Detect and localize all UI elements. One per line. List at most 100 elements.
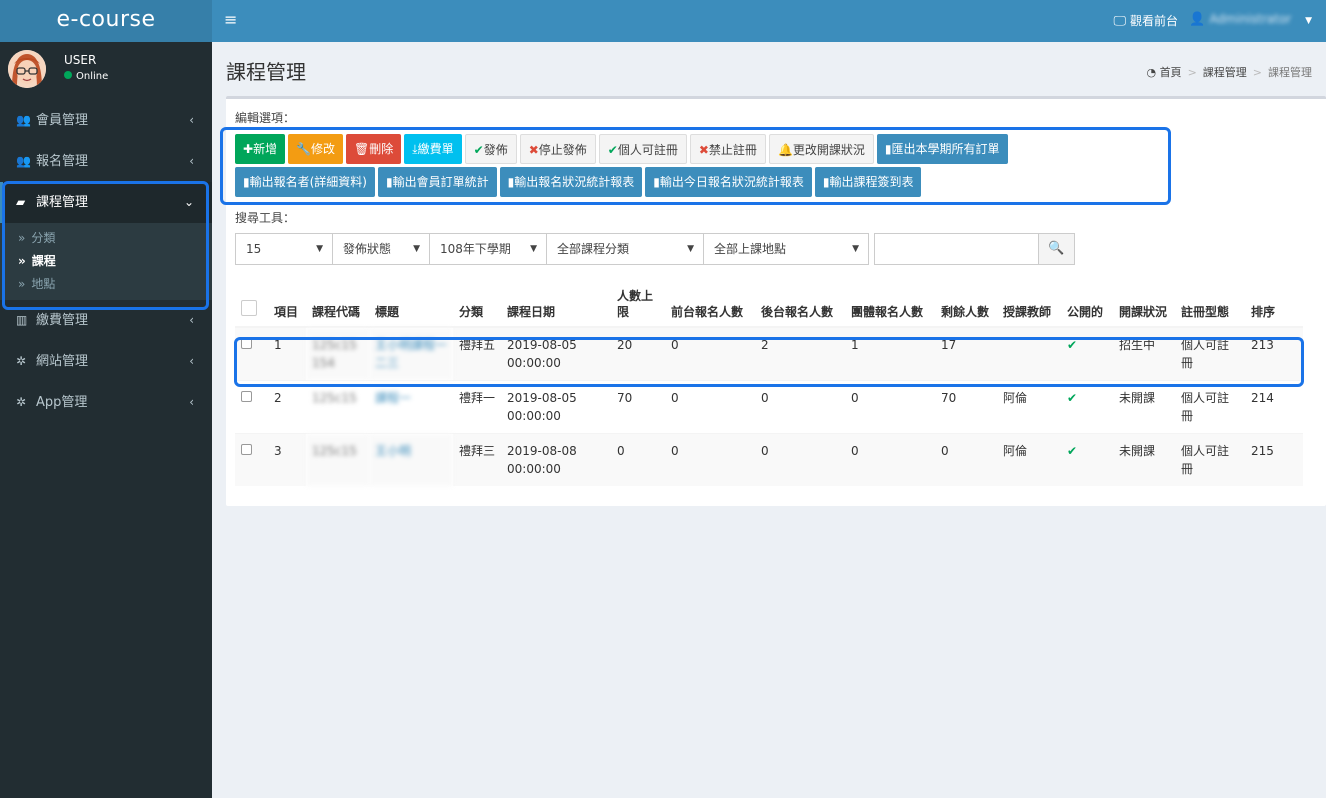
breadcrumb: ◔ 首頁 > 課程管理 > 課程管理 [1146, 64, 1312, 80]
view-frontend-link[interactable]: 🖵 觀看前台 [1113, 12, 1178, 29]
user-name: Administrator [1209, 12, 1292, 26]
col-header[interactable]: 剩餘人數 [935, 282, 997, 328]
cell-no: 2 [268, 380, 306, 434]
cell-category: 禮拜一 [453, 380, 501, 434]
cell-reg-type: 個人可註冊 [1175, 380, 1245, 434]
keyword-input[interactable] [874, 233, 1039, 265]
dashboard-icon: ◔ [1146, 66, 1157, 79]
cell-back-count: 0 [755, 433, 845, 486]
monitor-icon: 🖵 [1113, 14, 1126, 29]
user-name-label: USER [64, 53, 97, 67]
row-checkbox[interactable] [241, 391, 252, 402]
course-box: 編輯選項： ✚新增 🔧修改 🗑刪除 ⤓繳費單 ✔發佈 ✖停止發佈 ✔個人可註冊 … [220, 96, 1326, 506]
chevron-left-icon: ‹ [189, 395, 194, 409]
user-menu[interactable]: 👤 Administrator ▼ [1189, 12, 1312, 27]
cell-date: 2019-08-08 00:00:00 [501, 433, 611, 486]
cell-title-link[interactable]: 課程一 [369, 380, 453, 434]
gear-icon: ✲ [16, 354, 27, 368]
main-content: 課程管理 ◔ 首頁 > 課程管理 > 課程管理 編輯選項： ✚新增 🔧修改 🗑刪除 ⤓繳… [212, 42, 1326, 798]
search-button[interactable]: 🔍 [1039, 233, 1075, 265]
page-title: 課程管理 [226, 60, 306, 84]
cell-date: 2019-08-05 00:00:00 [501, 380, 611, 434]
avatar [8, 50, 46, 88]
col-header[interactable]: 標題 [369, 282, 453, 328]
chevron-left-icon: ‹ [189, 113, 194, 127]
col-header[interactable]: 公開的 [1061, 282, 1113, 328]
cell-category: 禮拜三 [453, 433, 501, 486]
cell-remain: 70 [935, 380, 997, 434]
cell-code: 125c15 [306, 380, 369, 434]
search-label: 搜尋工具： [235, 211, 296, 225]
cell-group-count: 0 [845, 380, 935, 434]
cell-public: ✔ [1061, 380, 1113, 434]
breadcrumb-separator: > [1252, 66, 1262, 79]
breadcrumb-home[interactable]: 首頁 [1160, 66, 1182, 79]
cell-group-count: 0 [845, 433, 935, 486]
sidebar: USER Online 👥 會員管理 ‹ 👥 報名管理 ‹ ▰ 課程管理 ⌄ » 分類 … [0, 42, 212, 798]
location-select[interactable]: 全部上課地點 ▼ [703, 233, 869, 265]
caret-down-icon: ▼ [530, 244, 537, 254]
cell-limit: 0 [611, 433, 665, 486]
select-all-checkbox[interactable] [241, 300, 257, 316]
col-header[interactable]: 課程代碼 [306, 282, 369, 328]
cell-public: ✔ [1061, 433, 1113, 486]
col-header[interactable]: 前台報名人數 [665, 282, 755, 328]
online-dot-icon [64, 71, 72, 79]
search-icon: 🔍 [1048, 241, 1065, 256]
sidebar-item-registration[interactable]: 👥 報名管理 ‹ [0, 141, 212, 182]
cell-remain: 0 [935, 433, 997, 486]
check-icon: ✔ [1067, 444, 1078, 458]
users-icon: 👥 [16, 154, 31, 168]
semester-select[interactable]: 108年下學期 ▼ [429, 233, 547, 265]
highlight-editor-toolbar [220, 127, 1171, 205]
row-checkbox-cell [235, 380, 268, 434]
breadcrumb-separator: > [1187, 66, 1197, 79]
sidebar-item-website[interactable]: ✲ 網站管理 ‹ [0, 341, 212, 382]
table-row[interactable]: 2 125c15 課程一 禮拜一 2019-08-05 00:00:00 70 … [235, 380, 1303, 434]
cell-title-link[interactable]: 王小明 [369, 433, 453, 486]
sidebar-item-app[interactable]: ✲ App管理 ‹ [0, 382, 212, 423]
cell-limit: 70 [611, 380, 665, 434]
cell-status: 未開課 [1113, 433, 1175, 486]
cell-front-count: 0 [665, 433, 755, 486]
check-icon: ✔ [1067, 391, 1078, 405]
cell-code: 125c15 [306, 433, 369, 486]
breadcrumb-course[interactable]: 課程管理 [1203, 66, 1247, 79]
chevron-left-icon: ‹ [189, 154, 194, 168]
app-logo[interactable]: e-course [0, 0, 212, 42]
col-header[interactable]: 開課狀況 [1113, 282, 1175, 328]
sidebar-item-member[interactable]: 👥 會員管理 ‹ [0, 100, 212, 141]
col-header[interactable]: 排序 [1245, 282, 1303, 328]
col-header[interactable]: 授課教師 [997, 282, 1061, 328]
user-panel: USER Online [0, 42, 212, 100]
page-size-select[interactable]: 15 ▼ [235, 233, 333, 265]
users-icon: 👥 [16, 113, 31, 127]
menu-toggle-icon[interactable]: ≡ [224, 10, 237, 29]
row-checkbox-cell [235, 433, 268, 486]
category-select[interactable]: 全部課程分類 ▼ [546, 233, 704, 265]
cell-teacher: 阿倫 [997, 380, 1061, 434]
cell-teacher: 阿倫 [997, 433, 1061, 486]
cell-no: 3 [268, 433, 306, 486]
col-header[interactable]: 課程日期 [501, 282, 611, 328]
cell-order: 214 [1245, 380, 1303, 434]
col-header[interactable]: 團體報名人數 [845, 282, 935, 328]
col-header[interactable]: 後台報名人數 [755, 282, 845, 328]
table-row[interactable]: 3 125c15 王小明 禮拜三 2019-08-08 00:00:00 0 0… [235, 433, 1303, 486]
col-header[interactable]: 人數上限 [611, 282, 665, 328]
top-navbar: ≡ 🖵 觀看前台 👤 Administrator ▼ [212, 0, 1326, 42]
editor-label: 編輯選項： [235, 111, 296, 125]
select-all-header [235, 282, 268, 328]
col-header[interactable]: 註冊型態 [1175, 282, 1245, 328]
col-header[interactable]: 分類 [453, 282, 501, 328]
gear-icon: ✲ [16, 395, 27, 409]
caret-down-icon: ▼ [852, 244, 859, 254]
caret-down-icon: ▼ [1305, 16, 1312, 26]
search-filters: 15 ▼ 發佈狀態 ▼ 108年下學期 ▼ 全部課程分類 ▼ 全部上課地點 ▼ 🔍 [235, 233, 1075, 265]
online-status: Online [64, 71, 108, 82]
caret-down-icon: ▼ [413, 244, 420, 254]
cell-back-count: 0 [755, 380, 845, 434]
col-header: 項目 [268, 282, 306, 328]
publish-status-select[interactable]: 發佈狀態 ▼ [332, 233, 430, 265]
row-checkbox[interactable] [241, 444, 252, 455]
